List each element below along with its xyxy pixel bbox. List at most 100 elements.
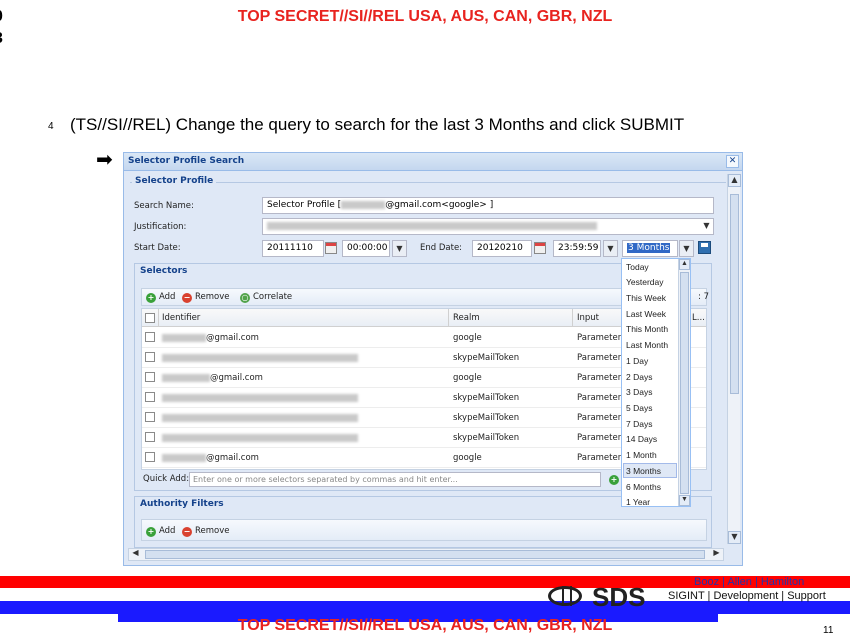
option-5-days[interactable]: 5 Days [626,403,652,413]
start-date-field[interactable]: 20111110 [262,240,324,257]
input-cell: Parameters [577,433,626,443]
redacted-text [162,333,206,342]
option-1-month[interactable]: 1 Month [626,450,657,460]
save-icon[interactable] [698,241,711,254]
search-name-field[interactable]: Selector Profile [@gmail.com<google> ] [262,197,714,214]
realm-cell: skypeMailToken [453,433,520,443]
quick-add-input[interactable]: Enter one or more selectors separated by… [189,472,601,487]
justification-field[interactable] [262,218,714,235]
start-time-field[interactable]: 00:00:00 [342,240,390,257]
add-filter-button[interactable]: + Add [146,526,175,537]
justification-chevron-down-icon[interactable]: ▼ [699,218,714,235]
option-yesterday[interactable]: Yesterday [626,277,664,287]
identifier-text: @gmail.com [206,333,259,343]
remove-filter-button[interactable]: − Remove [182,526,230,537]
dropdown-scrollbar[interactable]: ▲ ▼ [678,259,690,506]
correlate-button[interactable]: ○ Correlate [240,292,292,303]
date-range-dropdown-list: Today Yesterday This Week Last Week This… [621,258,691,507]
add-icon: + [146,527,156,537]
pointer-arrow-icon: ➡ [96,149,113,171]
option-2-days[interactable]: 2 Days [626,372,652,382]
scroll-right-icon[interactable]: ▶ [710,548,723,561]
column-separator [572,309,573,327]
row-checkbox[interactable] [145,452,155,462]
calendar-icon[interactable] [534,242,546,254]
calendar-icon[interactable] [325,242,337,254]
classification-banner-bottom: TOP SECRET//SI//REL USA, AUS, CAN, GBR, … [237,617,613,634]
end-time-chevron-down-icon[interactable]: ▼ [603,240,618,257]
step-number: 4 [48,121,54,132]
realm-cell: google [453,453,482,463]
row-checkbox[interactable] [145,392,155,402]
row-checkbox[interactable] [145,352,155,362]
remove-icon: − [182,293,192,303]
option-this-month[interactable]: This Month [626,324,668,334]
remove-selector-button[interactable]: − Remove [182,292,230,303]
realm-cell: google [453,333,482,343]
end-time-field[interactable]: 23:59:59 [553,240,601,257]
option-1-year[interactable]: 1 Year [626,497,650,507]
scrollbar-thumb[interactable] [145,550,705,559]
footer-team-line: SIGINT | Development | Support [668,590,826,602]
corner-digits: 0 3 [0,6,3,50]
select-all-checkbox[interactable] [145,313,155,323]
window-vertical-scrollbar[interactable]: ▲ ▼ [727,174,741,544]
window-horizontal-scrollbar[interactable]: ◀ ▶ [128,548,724,561]
date-range-chevron-down-icon[interactable]: ▼ [679,240,694,257]
redacted-text [162,413,358,422]
option-6-months[interactable]: 6 Months [626,482,661,492]
option-3-days[interactable]: 3 Days [626,387,652,397]
option-today[interactable]: Today [626,262,649,272]
redacted-text [162,393,358,402]
input-cell: Parameters [577,333,626,343]
row-checkbox[interactable] [145,372,155,382]
quick-add-icon[interactable]: + [609,475,619,485]
redacted-text [162,373,210,382]
redacted-text [162,433,358,442]
scroll-left-icon[interactable]: ◀ [129,548,142,561]
option-1-day[interactable]: 1 Day [626,356,648,366]
window-title: Selector Profile Search [128,156,245,166]
option-this-week[interactable]: This Week [626,293,666,303]
scrollbar-thumb[interactable] [680,272,689,494]
search-name-label: Search Name: [134,201,194,211]
end-date-field[interactable]: 20120210 [472,240,532,257]
option-last-week[interactable]: Last Week [626,309,666,319]
option-14-days[interactable]: 14 Days [626,434,657,444]
row-checkbox[interactable] [145,432,155,442]
scroll-down-icon[interactable]: ▼ [728,531,741,544]
search-name-prefix: Selector Profile [ [267,200,342,210]
input-cell: Parameters [577,353,626,363]
identifier-cell [162,413,358,423]
column-header-l[interactable]: L... [692,313,705,323]
column-header-identifier[interactable]: Identifier [162,313,200,323]
add-icon: + [146,293,156,303]
classification-banner-top: TOP SECRET//SI//REL USA, AUS, CAN, GBR, … [237,8,613,25]
scroll-down-icon[interactable]: ▼ [679,495,690,506]
scroll-up-icon[interactable]: ▲ [679,259,690,270]
window-titlebar: Selector Profile Search ✕ [124,153,742,171]
column-header-input[interactable]: Input [577,313,599,323]
option-3-months[interactable]: 3 Months [626,466,661,476]
column-header-realm[interactable]: Realm [453,313,480,323]
redacted-text [162,453,206,462]
page-number: 11 [823,625,834,636]
end-date-label: End Date: [420,243,463,253]
realm-cell: google [453,373,482,383]
column-separator [158,309,159,327]
authority-filters-toolbar: + Add − Remove [141,519,707,541]
start-time-chevron-down-icon[interactable]: ▼ [392,240,407,257]
row-checkbox[interactable] [145,332,155,342]
identifier-text: @gmail.com [210,373,263,383]
option-last-month[interactable]: Last Month [626,340,668,350]
realm-cell: skypeMailToken [453,393,520,403]
add-selector-button[interactable]: + Add [146,292,175,303]
option-7-days[interactable]: 7 Days [626,419,652,429]
footer-team-suffix: Team [740,602,767,614]
row-checkbox[interactable] [145,412,155,422]
date-range-select[interactable]: 3 Months [622,240,678,257]
scroll-up-icon[interactable]: ▲ [728,174,741,187]
input-cell: Parameters [577,373,626,383]
scrollbar-thumb[interactable] [730,194,739,394]
close-icon[interactable]: ✕ [726,155,739,168]
